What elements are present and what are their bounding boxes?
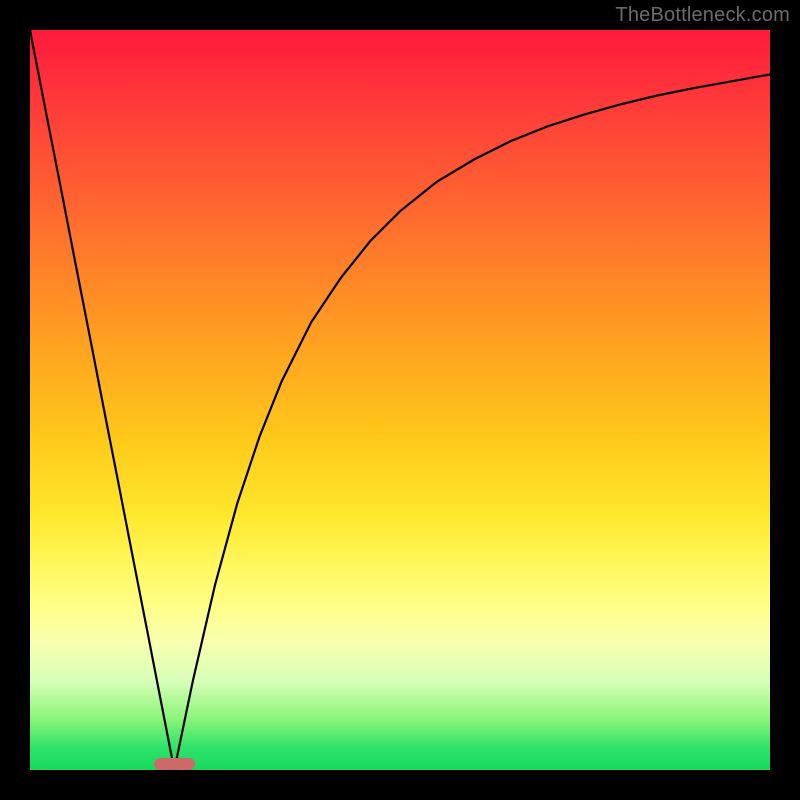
trough-marker [154, 758, 195, 770]
plot-area [30, 30, 770, 770]
chart-frame: TheBottleneck.com [0, 0, 800, 800]
watermark-text: TheBottleneck.com [615, 4, 790, 27]
curve-svg [30, 30, 770, 770]
curve-left-leg [30, 30, 174, 770]
curve-right [174, 74, 770, 770]
